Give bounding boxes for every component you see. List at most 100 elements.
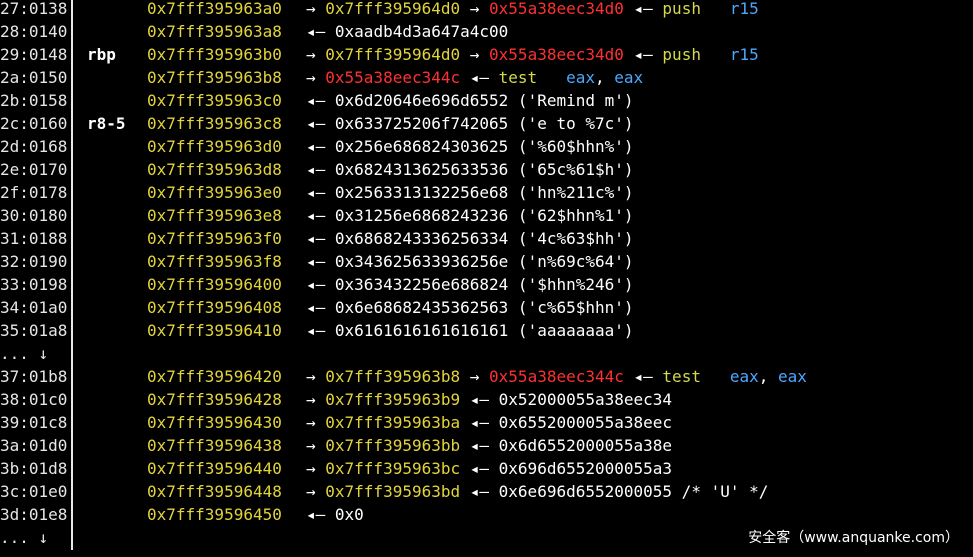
value-segment: ◂— xyxy=(306,22,335,41)
value-segment: r15 xyxy=(729,0,759,18)
stack-offset: ... ↓ xyxy=(0,344,49,363)
stack-value: → 0x7fff395963bc ◂— 0x696d6552000055a3 xyxy=(306,457,672,480)
value-segment: 0x6e68682435362563 ('c%65$hhn') xyxy=(334,298,634,317)
stack-value: → 0x55a38eec344c ◂— test eax, eax xyxy=(306,66,643,89)
value-segment: 0x7fff395963bc xyxy=(325,459,461,478)
stack-offset: 32:0190 xyxy=(0,252,68,271)
stack-offset: 39:01c8 xyxy=(0,413,68,432)
value-segment: eax xyxy=(729,367,759,386)
stack-row: 38:01c0 0x7fff39596428 → 0x7fff395963b9 ◂—… xyxy=(0,388,973,411)
stack-address: 0x7fff39596448 xyxy=(147,482,282,501)
stack-address: 0x7fff395963c8 xyxy=(147,114,282,133)
value-segment: 0x633725206f742065 ('e to %7c') xyxy=(334,114,634,133)
stack-row: 2c:0160 r8-5 0x7fff395963c8 ◂— 0x633725206f… xyxy=(0,112,973,135)
stack-address: 0x7fff395963b8 xyxy=(147,68,282,87)
stack-row: 3b:01d8 0x7fff39596440 → 0x7fff395963bc ◂—… xyxy=(0,457,973,480)
stack-row: 3c:01e0 0x7fff39596448 → 0x7fff395963bd ◂—… xyxy=(0,480,973,503)
value-segment: push xyxy=(662,0,701,18)
value-segment: 0x6d6552000055a38e xyxy=(498,436,673,455)
stack-address: 0x7fff39596428 xyxy=(147,390,282,409)
stack-row: 3d:01e8 0x7fff39596450 ◂— 0x0 xyxy=(0,503,973,526)
value-segment: ◂— xyxy=(306,114,335,133)
stack-value: ◂— 0x256e686824303625 ('%60$hhn%') xyxy=(306,135,634,158)
stack-offset: ... ↓ xyxy=(0,528,49,547)
stack-offset: 2a:0150 xyxy=(0,68,68,87)
stack-row: 29:0148 rbp 0x7fff395963b0 → 0x7fff395964d0… xyxy=(0,43,973,66)
value-segment: ◂— xyxy=(306,321,335,340)
value-segment: 0x52000055a38eec34 xyxy=(498,390,673,409)
stack-row: 35:01a8 0x7fff39596410 ◂— 0x61616161616161… xyxy=(0,319,973,342)
value-segment: 0x7fff395964d0 xyxy=(325,45,461,64)
value-segment: 0x6d20646e696d6552 ('Remind m') xyxy=(334,91,634,110)
stack-row: 2d:0168 0x7fff395963d0 ◂— 0x256e6868243036… xyxy=(0,135,973,158)
value-segment: test xyxy=(662,367,701,386)
value-segment: eax xyxy=(778,367,807,386)
stack-value: ◂— 0x0 xyxy=(306,503,364,526)
value-segment: ◂— xyxy=(306,298,335,317)
value-segment: ◂— xyxy=(306,206,335,225)
stack-address: 0x7fff395963f0 xyxy=(147,229,282,248)
stack-value: ◂— 0x633725206f742065 ('e to %7c') xyxy=(306,112,634,135)
stack-row: 31:0188 0x7fff395963f0 ◂— 0x68682433362563… xyxy=(0,227,973,250)
stack-offset: 28:0140 xyxy=(0,22,68,41)
value-segment: 0x55a38eec344c xyxy=(489,367,624,386)
stack-address: 0x7fff39596410 xyxy=(147,321,282,340)
stack-row: 3a:01d0 0x7fff39596438 → 0x7fff395963bb ◂—… xyxy=(0,434,973,457)
value-segment: → xyxy=(460,0,490,18)
value-segment: ◂— xyxy=(460,436,499,455)
value-segment: 0x7fff395963bb xyxy=(325,436,461,455)
stack-value: → 0x7fff395964d0 → 0x55a38eec34d0 ◂— pus… xyxy=(306,0,759,20)
stack-value: ◂— 0x6868243336256334 ('4c%63$hh') xyxy=(306,227,634,250)
value-segment: 0x31256e6868243236 ('62$hhn%1') xyxy=(334,206,634,225)
stack-row: 34:01a0 0x7fff39596408 ◂— 0x6e686824353625… xyxy=(0,296,973,319)
stack-row: 2f:0178 0x7fff395963e0 ◂— 0x2563313132256e… xyxy=(0,181,973,204)
value-segment: 0x55a38eec34d0 xyxy=(489,0,624,18)
value-segment: push xyxy=(662,45,701,64)
stack-offset: 34:01a0 xyxy=(0,298,68,317)
stack-row: 2a:0150 0x7fff395963b8 → 0x55a38eec344c ◂—… xyxy=(0,66,973,89)
stack-row: 30:0180 0x7fff395963e8 ◂— 0x31256e68682432… xyxy=(0,204,973,227)
value-segment: 0x6552000055a38eec xyxy=(498,413,673,432)
stack-offset: 3a:01d0 xyxy=(0,436,68,455)
stack-row: ... ↓ xyxy=(0,342,973,365)
stack-value: ◂— 0x31256e6868243236 ('62$hhn%1') xyxy=(306,204,634,227)
value-segment: ◂— xyxy=(306,183,335,202)
value-segment: ◂— xyxy=(460,68,499,87)
value-segment: ◂— xyxy=(306,91,335,110)
value-segment: → xyxy=(460,367,490,386)
value-segment: 0x55a38eec34d0 xyxy=(489,45,624,64)
value-segment: test xyxy=(498,68,538,87)
stack-offset: 2b:0158 xyxy=(0,91,68,110)
value-segment: 0x55a38eec344c xyxy=(325,68,461,87)
stack-offset: 31:0188 xyxy=(0,229,68,248)
stack-address: 0x7fff39596408 xyxy=(147,298,282,317)
stack-value: → 0x7fff395963b9 ◂— 0x52000055a38eec34 xyxy=(306,388,672,411)
stack-offset: 29:0148 xyxy=(0,45,68,64)
value-segment: eax xyxy=(614,68,644,87)
value-segment: ◂— xyxy=(306,505,335,524)
value-segment: ◂— xyxy=(623,367,663,386)
value-segment: 0x7fff395964d0 xyxy=(325,0,461,18)
stack-offset: 2e:0170 xyxy=(0,160,68,179)
stack-offset: 27:0138 xyxy=(0,0,68,18)
value-segment: → xyxy=(306,0,326,18)
stack-offset: 3c:01e0 xyxy=(0,482,68,501)
stack-offset: 33:0198 xyxy=(0,275,68,294)
terminal-window: 27:0138 0x7fff395963a0 → 0x7fff395964d0 → … xyxy=(0,0,973,557)
stack-address: 0x7fff395963d0 xyxy=(147,137,282,156)
value-segment: 0xaadb4d3a647a4c00 xyxy=(334,22,509,41)
stack-address: 0x7fff39596450 xyxy=(147,505,282,524)
value-segment: 0x363432256e686824 ('$hhn%246') xyxy=(334,275,634,294)
value-segment: 0x7fff395963ba xyxy=(325,413,461,432)
stack-value: ◂— 0x343625633936256e ('n%69c%64') xyxy=(306,250,634,273)
stack-value: ◂— 0x6161616161616161 ('aaaaaaaa') xyxy=(306,319,634,342)
stack-row: 2b:0158 0x7fff395963c0 ◂— 0x6d20646e696d65… xyxy=(0,89,973,112)
value-segment: r15 xyxy=(729,45,759,64)
value-segment xyxy=(537,68,566,87)
stack-offset: 38:01c0 xyxy=(0,390,68,409)
stack-value: → 0x7fff395963bb ◂— 0x6d6552000055a38e xyxy=(306,434,672,457)
stack-address: 0x7fff395963e0 xyxy=(147,183,282,202)
value-segment: 0x7fff395963b9 xyxy=(325,390,461,409)
value-segment: 0x343625633936256e ('n%69c%64') xyxy=(334,252,634,271)
stack-row: 32:0190 0x7fff395963f8 ◂— 0x34362563393625… xyxy=(0,250,973,273)
